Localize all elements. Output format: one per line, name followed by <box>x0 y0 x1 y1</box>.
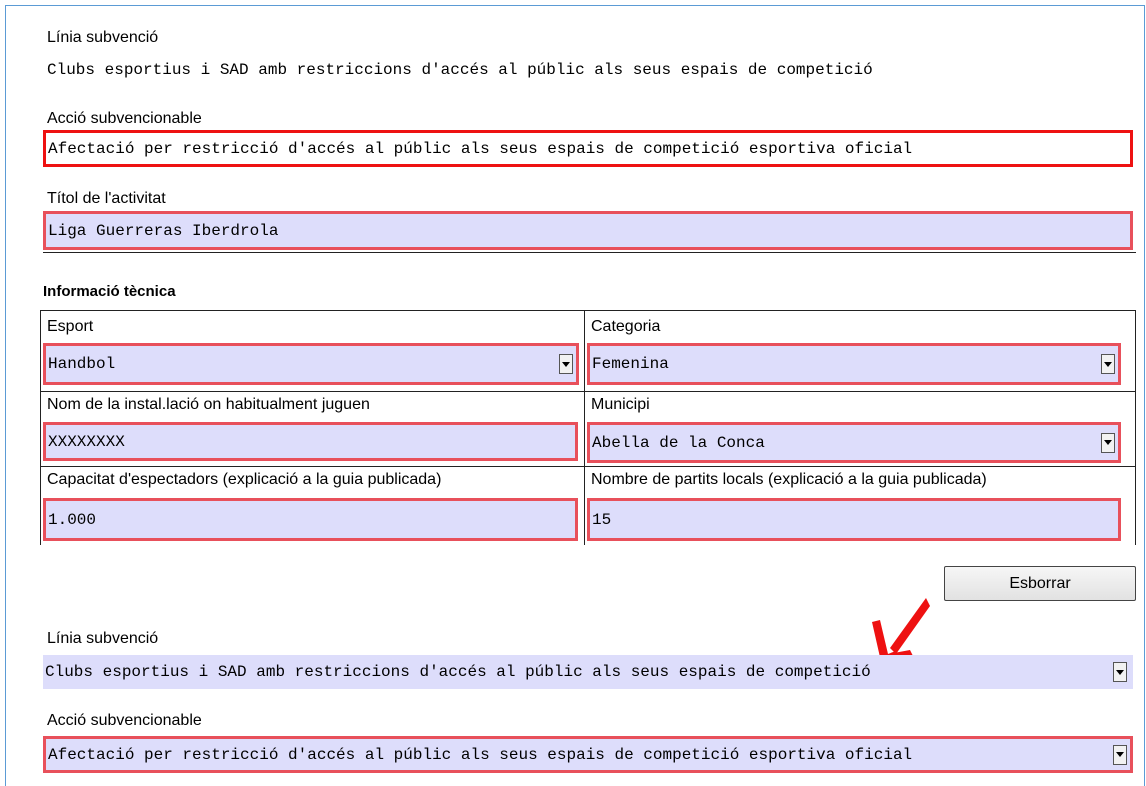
divider <box>43 252 1136 253</box>
titol-activitat-label: Títol de l'activitat <box>47 190 166 207</box>
esport-value: Handbol <box>48 355 116 373</box>
municipi-select[interactable]: Abella de la Conca <box>587 422 1121 463</box>
accio-subvencionable-label: Acció subvencionable <box>47 110 202 127</box>
installacio-label: Nom de la instal.lació on habitualment j… <box>47 396 370 413</box>
installacio-input[interactable]: XXXXXXXX <box>43 422 578 461</box>
grid-line <box>584 310 585 545</box>
capacitat-input[interactable]: 1.000 <box>43 498 578 541</box>
titol-activitat-input[interactable]: Liga Guerreras Iberdrola <box>43 211 1133 250</box>
partits-input[interactable]: 15 <box>587 498 1121 541</box>
municipi-value: Abella de la Conca <box>592 433 765 452</box>
grid-line <box>40 466 1136 467</box>
linia-subvencio-value: Clubs esportius i SAD amb restriccions d… <box>47 61 873 79</box>
partits-value: 15 <box>592 510 612 529</box>
partits-label: Nombre de partits locals (explicació a l… <box>591 471 987 488</box>
grid-line <box>1135 310 1136 545</box>
capacitat-value: 1.000 <box>48 510 97 529</box>
grid-line <box>40 310 41 545</box>
linia-subvencio-select[interactable]: Clubs esportius i SAD amb restriccions d… <box>43 655 1133 689</box>
accio-subvencionable-value-2: Afectació per restricció d'accés al públ… <box>48 745 913 764</box>
municipi-label: Municipi <box>591 396 650 413</box>
chevron-down-icon[interactable] <box>559 354 573 374</box>
chevron-down-icon[interactable] <box>1113 662 1127 682</box>
esborrar-button[interactable]: Esborrar <box>944 566 1136 601</box>
linia-subvencio-label-2: Línia subvenció <box>47 630 159 647</box>
informacio-tecnica-heading: Informació tècnica <box>43 283 176 300</box>
chevron-down-icon[interactable] <box>1113 744 1127 765</box>
accio-subvencionable-value: Afectació per restricció d'accés al públ… <box>48 139 913 158</box>
accio-subvencionable-field[interactable]: Afectació per restricció d'accés al públ… <box>43 130 1133 167</box>
chevron-down-icon[interactable] <box>1101 432 1115 453</box>
esport-label: Esport <box>47 318 94 335</box>
linia-subvencio-value-2: Clubs esportius i SAD amb restriccions d… <box>45 663 871 681</box>
linia-subvencio-label: Línia subvenció <box>47 29 159 46</box>
grid-line <box>40 391 1136 392</box>
categoria-value: Femenina <box>592 355 669 373</box>
categoria-label: Categoria <box>591 318 661 335</box>
esport-select[interactable]: Handbol <box>43 343 579 385</box>
accio-subvencionable-select[interactable]: Afectació per restricció d'accés al públ… <box>43 736 1133 773</box>
installacio-value: XXXXXXXX <box>48 432 125 451</box>
titol-activitat-value: Liga Guerreras Iberdrola <box>48 221 279 240</box>
accio-subvencionable-label-2: Acció subvencionable <box>47 712 202 729</box>
chevron-down-icon[interactable] <box>1101 354 1115 374</box>
categoria-select[interactable]: Femenina <box>587 343 1121 385</box>
capacitat-label: Capacitat d'espectadors (explicació a la… <box>47 471 442 488</box>
grid-line <box>40 310 1136 311</box>
